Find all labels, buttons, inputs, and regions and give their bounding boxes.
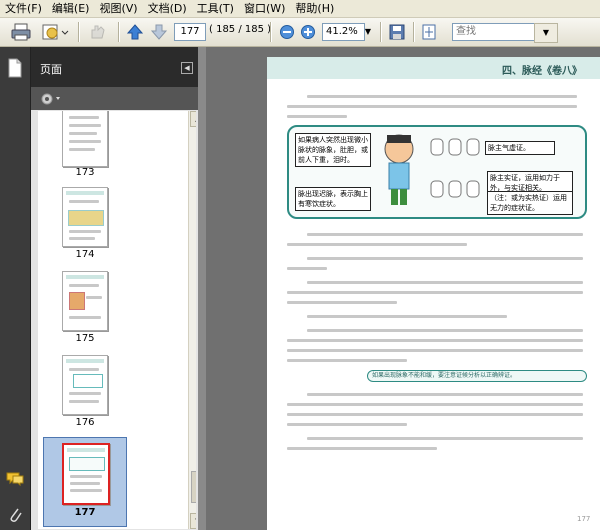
panel-header: 页面 ◀ [31,47,198,87]
comments-icon[interactable] [5,471,25,487]
print-button[interactable] [8,21,34,43]
save-icon [389,24,405,40]
page-thumbnail[interactable] [62,271,108,331]
highlight-callout: 如果出现脉象不能和缓，要注意证候分析以正确辨证。 [367,370,587,382]
zoom-dropdown-arrow[interactable]: ▼ [362,23,374,41]
thumbnail-scrollbar[interactable]: ▲ ▼ [188,111,196,529]
figure-label: （注：或为实热证）运用无力的症状证。 [487,191,573,215]
navigation-strip [0,47,31,530]
fit-page-button[interactable] [418,21,440,43]
email-icon [42,24,69,40]
document-area: 四、脉经《卷八》 如果病人突然出现微小脉状的脉象，肚胆，或前人下重，泪时。 脉主… [206,47,600,530]
page-number-input[interactable]: 177 [174,23,206,41]
email-button[interactable] [38,21,72,43]
page-thumbnail[interactable] [62,111,108,167]
menu-view[interactable]: 视图(V) [94,0,142,17]
zoom-in-button[interactable] [299,21,317,43]
thumbnail-label: 176 [75,417,95,428]
figure-label: 脉主气虚证。 [485,141,555,155]
search-input[interactable]: 查找 [452,23,535,41]
thumbnail-label: 175 [75,333,95,344]
hand-icon [91,25,105,39]
page-thumbnail[interactable] [62,355,108,415]
panel-title: 页面 [40,63,62,76]
thumbnail-label: 177 [74,507,96,518]
menu-window[interactable]: 窗口(W) [239,0,290,17]
figure-diagram: 如果病人突然出现微小脉状的脉象，肚胆，或前人下重，泪时。 脉主气虚证。 脉主实证… [287,125,587,219]
page-count: ( 185 / 185 ) [209,24,272,35]
figure-label: 脉出现迟脉，表示胸上有寒饮症状。 [295,187,371,211]
menu-bar: 文件(F) 编辑(E) 视图(V) 文档(D) 工具(T) 窗口(W) 帮助(H… [0,0,600,18]
menu-document[interactable]: 文档(D) [143,0,192,17]
figure-character-illustration [384,134,414,205]
page-number: 177 [577,515,591,523]
figure-pulse-diagram [430,138,480,198]
gear-icon[interactable] [39,91,63,107]
menu-file[interactable]: 文件(F) [0,0,47,17]
figure-label: 如果病人突然出现微小脉状的脉象，肚胆，或前人下重，泪时。 [295,133,371,167]
pages-icon[interactable] [6,57,24,79]
page-thumbnail-current[interactable] [62,443,110,505]
arrow-down-icon [150,24,168,40]
thumbnail-label: 174 [75,249,95,260]
panel-menu-button[interactable]: ◀ [181,62,193,74]
panel-splitter[interactable] [198,47,206,530]
zoom-out-button[interactable] [278,21,296,43]
thumbnail-list: 173 174 175 176 177 [38,111,196,529]
pages-panel: 页面 ◀ 173 174 175 176 177 [31,47,198,530]
panel-toolbar [31,87,198,110]
scroll-down-button[interactable]: ▼ [190,513,196,529]
zoom-out-icon [280,25,294,39]
zoom-input[interactable]: 41.2% [322,23,365,41]
toolbar: 177 ( 185 / 185 ) 41.2% ▼ 查找 ▼ [0,18,600,47]
menu-help[interactable]: 帮助(H) [290,0,339,17]
save-button[interactable] [386,21,408,43]
thumbnail-label: 173 [75,167,95,178]
printer-icon [11,23,31,41]
arrow-up-icon [126,24,144,40]
next-page-button[interactable] [148,21,170,43]
scroll-up-button[interactable]: ▲ [190,111,196,127]
menu-tools[interactable]: 工具(T) [192,0,239,17]
hand-tool-button[interactable] [84,21,112,43]
chapter-header: 四、脉经《卷八》 [267,57,600,79]
document-page: 四、脉经《卷八》 如果病人突然出现微小脉状的脉象，肚胆，或前人下重，泪时。 脉主… [267,57,600,530]
zoom-in-icon [301,25,315,39]
search-dropdown-arrow[interactable]: ▼ [534,23,558,43]
previous-page-button[interactable] [124,21,146,43]
menu-edit[interactable]: 编辑(E) [47,0,95,17]
scroll-thumb[interactable] [191,471,196,503]
page-thumbnail[interactable] [62,187,108,247]
attachments-icon[interactable] [7,505,23,525]
chapter-title: 四、脉经《卷八》 [502,66,582,77]
fit-page-icon [422,24,436,40]
